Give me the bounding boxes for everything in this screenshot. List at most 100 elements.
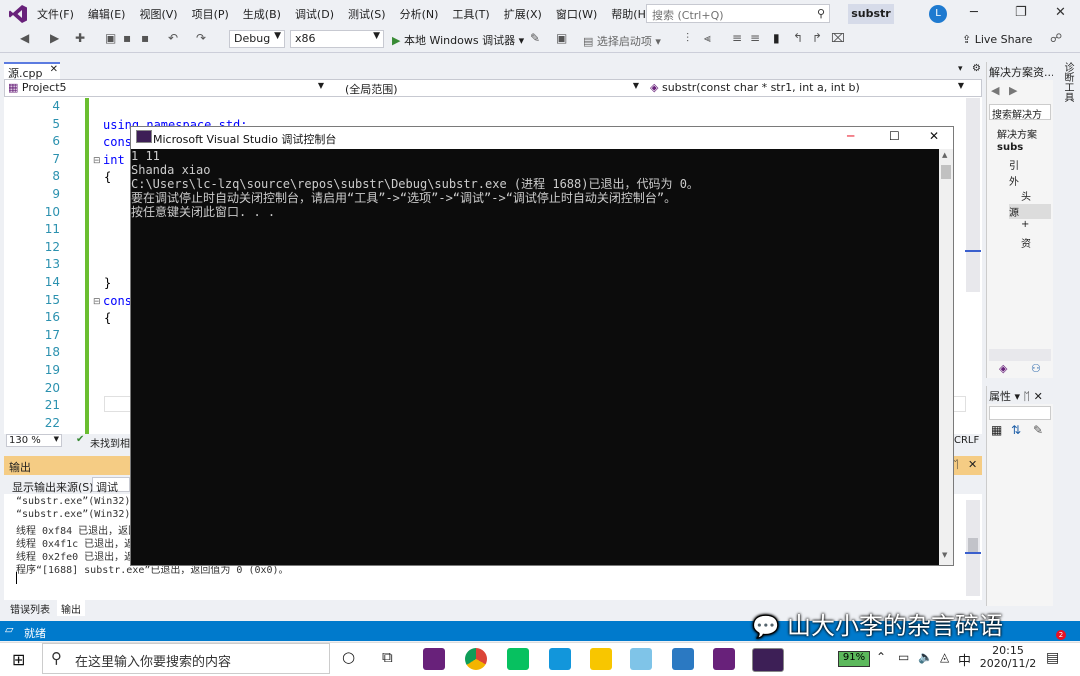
battery-indicator[interactable]: 91% [838, 651, 870, 667]
prev-bookmark-icon[interactable]: ↰ [793, 31, 803, 45]
wrench-icon[interactable]: ✎ [1033, 423, 1043, 437]
close-tab-icon[interactable]: ✕ [50, 64, 58, 75]
sort-icon[interactable]: ⇅ [1011, 423, 1021, 437]
chrome-taskbar-icon[interactable] [465, 648, 487, 670]
avatar[interactable]: L [929, 5, 947, 23]
new-project-icon[interactable]: ✚ [75, 31, 85, 45]
project-dropdown[interactable]: ▦ Project5 ▼ [8, 81, 326, 94]
console-scroll-thumb[interactable] [941, 165, 951, 179]
back-icon[interactable]: ◀ [991, 84, 999, 97]
next-bookmark-icon[interactable]: ↱ [812, 31, 822, 45]
menu-item[interactable]: 文件(F) [30, 6, 81, 22]
forward-icon[interactable]: ▶ [50, 31, 59, 45]
tab-source-cpp[interactable]: 源.cpp ✕ [4, 62, 60, 80]
menu-item[interactable]: 测试(S) [341, 6, 393, 22]
close-icon[interactable]: ✕ [1055, 5, 1066, 20]
visual-studio-taskbar-icon[interactable] [713, 648, 735, 670]
app-taskbar-icon[interactable] [549, 648, 571, 670]
console-scrollbar[interactable]: ▲ ▼ [939, 149, 953, 565]
output-source-combo[interactable]: 调试 [92, 477, 130, 494]
platform-combo[interactable]: x86 ▼ [290, 30, 384, 48]
attach-icon[interactable]: ✎ [530, 31, 540, 45]
solution-view-icon[interactable]: ◈ [999, 362, 1007, 375]
volume-icon[interactable]: 🔈 [918, 650, 933, 664]
cortana-icon[interactable]: ○ [342, 648, 355, 666]
feedback-icon[interactable]: ☍ [1050, 31, 1062, 45]
collapse-icon[interactable]: ⊟ [93, 156, 101, 166]
solution-tree-item[interactable]: 头 [1021, 188, 1031, 203]
search-input[interactable]: 搜索 (Ctrl+Q) ⚲ [646, 4, 830, 23]
maximize-icon[interactable]: ☐ [889, 129, 900, 143]
app-taskbar-icon[interactable] [630, 648, 652, 670]
minimize-icon[interactable]: ─ [970, 5, 978, 20]
chevron-up-icon[interactable]: ⌃ [876, 650, 886, 664]
menu-item[interactable]: 视图(V) [132, 6, 184, 22]
taskbar-search-input[interactable]: ⚲ 在这里输入你要搜索的内容 [42, 643, 330, 674]
open-icon[interactable]: ▣ [105, 31, 116, 45]
debug-console-window[interactable]: Microsoft Visual Studio 调试控制台 ─ ☐ ✕ 1 11… [130, 126, 954, 566]
settings-icon[interactable]: ⚙ [972, 63, 981, 74]
console-output[interactable]: 1 11 Shanda xiao C:\Users\lc-lzq\source\re… [131, 149, 939, 565]
console-title-bar[interactable]: Microsoft Visual Studio 调试控制台 ─ ☐ ✕ [131, 127, 953, 149]
close-output-icon[interactable]: ✕ [968, 458, 977, 471]
save-all-icon[interactable]: ▪ [141, 31, 149, 45]
side-toolbox-strip[interactable]: 诊断工具 [1056, 60, 1080, 620]
redo-icon[interactable]: ↷ [196, 31, 206, 45]
align-icon[interactable]: ⫶ [686, 31, 689, 46]
scope-dropdown[interactable]: (全局范围) ▼ [345, 81, 641, 97]
clock[interactable]: 20:15 2020/11/2 [978, 644, 1038, 670]
solution-tree-item[interactable]: + [1021, 219, 1029, 230]
minimize-icon[interactable]: ─ [847, 129, 854, 143]
uncomment-icon[interactable]: ≡ [750, 31, 760, 45]
bookmark-icon[interactable]: ▮ [773, 31, 780, 45]
network-icon[interactable]: ◬ [940, 650, 949, 664]
photos-taskbar-icon[interactable] [672, 648, 694, 670]
menu-item[interactable]: 扩展(X) [497, 6, 549, 22]
battery-icon[interactable]: ▭ [898, 650, 909, 664]
output-scroll-thumb[interactable] [968, 538, 978, 552]
ime-indicator[interactable]: 中 [958, 650, 971, 669]
solution-tree-item[interactable]: subs [997, 142, 1023, 153]
menu-item[interactable]: 调试(D) [288, 6, 341, 22]
zoom-combo[interactable]: 130 % ▼ [6, 434, 62, 447]
live-share-button[interactable]: ⇪ Live Share [962, 33, 1032, 46]
undo-icon[interactable]: ↶ [168, 31, 178, 45]
indent-icon[interactable]: ⫷ [704, 31, 711, 46]
menu-item[interactable]: 生成(B) [236, 6, 288, 22]
clear-bookmarks-icon[interactable]: ⌧ [831, 31, 845, 45]
collapse-icon[interactable]: ⊟ [93, 297, 101, 307]
save-icon[interactable]: ▪ [123, 31, 131, 45]
scroll-down-icon[interactable]: ▼ [942, 551, 950, 561]
close-icon[interactable]: ✕ [929, 129, 939, 143]
tab-output[interactable]: 输出 [57, 600, 85, 616]
notification-icon[interactable]: ▤ [1046, 650, 1059, 666]
menu-item[interactable]: 项目(P) [185, 6, 236, 22]
team-explorer-icon[interactable]: ⚇ [1031, 362, 1041, 375]
visual-studio-taskbar-icon[interactable] [423, 648, 445, 670]
solution-tree-item[interactable]: 解决方案 [997, 126, 1037, 141]
file-explorer-icon[interactable] [590, 648, 612, 670]
solution-tree-item[interactable]: 外 [1009, 173, 1019, 188]
solution-tree-item[interactable]: 资 [1021, 235, 1031, 250]
menu-item[interactable]: 窗口(W) [549, 6, 604, 22]
wechat-taskbar-icon[interactable] [507, 648, 529, 670]
task-view-icon[interactable]: ⧉ [382, 648, 393, 666]
solution-search-input[interactable]: 搜索解决方 [989, 104, 1051, 120]
tab-error-list[interactable]: 错误列表 [6, 600, 56, 616]
start-debugging-button[interactable]: ▶ 本地 Windows 调试器 ▾ [392, 32, 524, 48]
tab-list-icon[interactable]: ▾ [958, 64, 963, 74]
screenshot-icon[interactable]: ▣ [556, 31, 567, 45]
categorized-icon[interactable]: ▦ [991, 423, 1002, 437]
editor-scrollbar[interactable] [966, 98, 980, 292]
console-taskbar-icon[interactable] [752, 648, 784, 672]
properties-object-combo[interactable] [989, 406, 1051, 420]
windows-start-icon[interactable]: ⊞ [12, 650, 25, 669]
solution-scrollbar[interactable] [989, 349, 1051, 361]
comment-icon[interactable]: ≡ [732, 31, 742, 45]
back-icon[interactable]: ◀ [20, 31, 29, 45]
menu-item[interactable]: 分析(N) [393, 6, 446, 22]
toolbox-tab[interactable]: 诊断工具 [1060, 62, 1075, 102]
line-ending[interactable]: CRLF [954, 435, 979, 446]
solution-tree-item[interactable]: 源 [1009, 203, 1051, 219]
forward-icon[interactable]: ▶ [1009, 84, 1017, 97]
